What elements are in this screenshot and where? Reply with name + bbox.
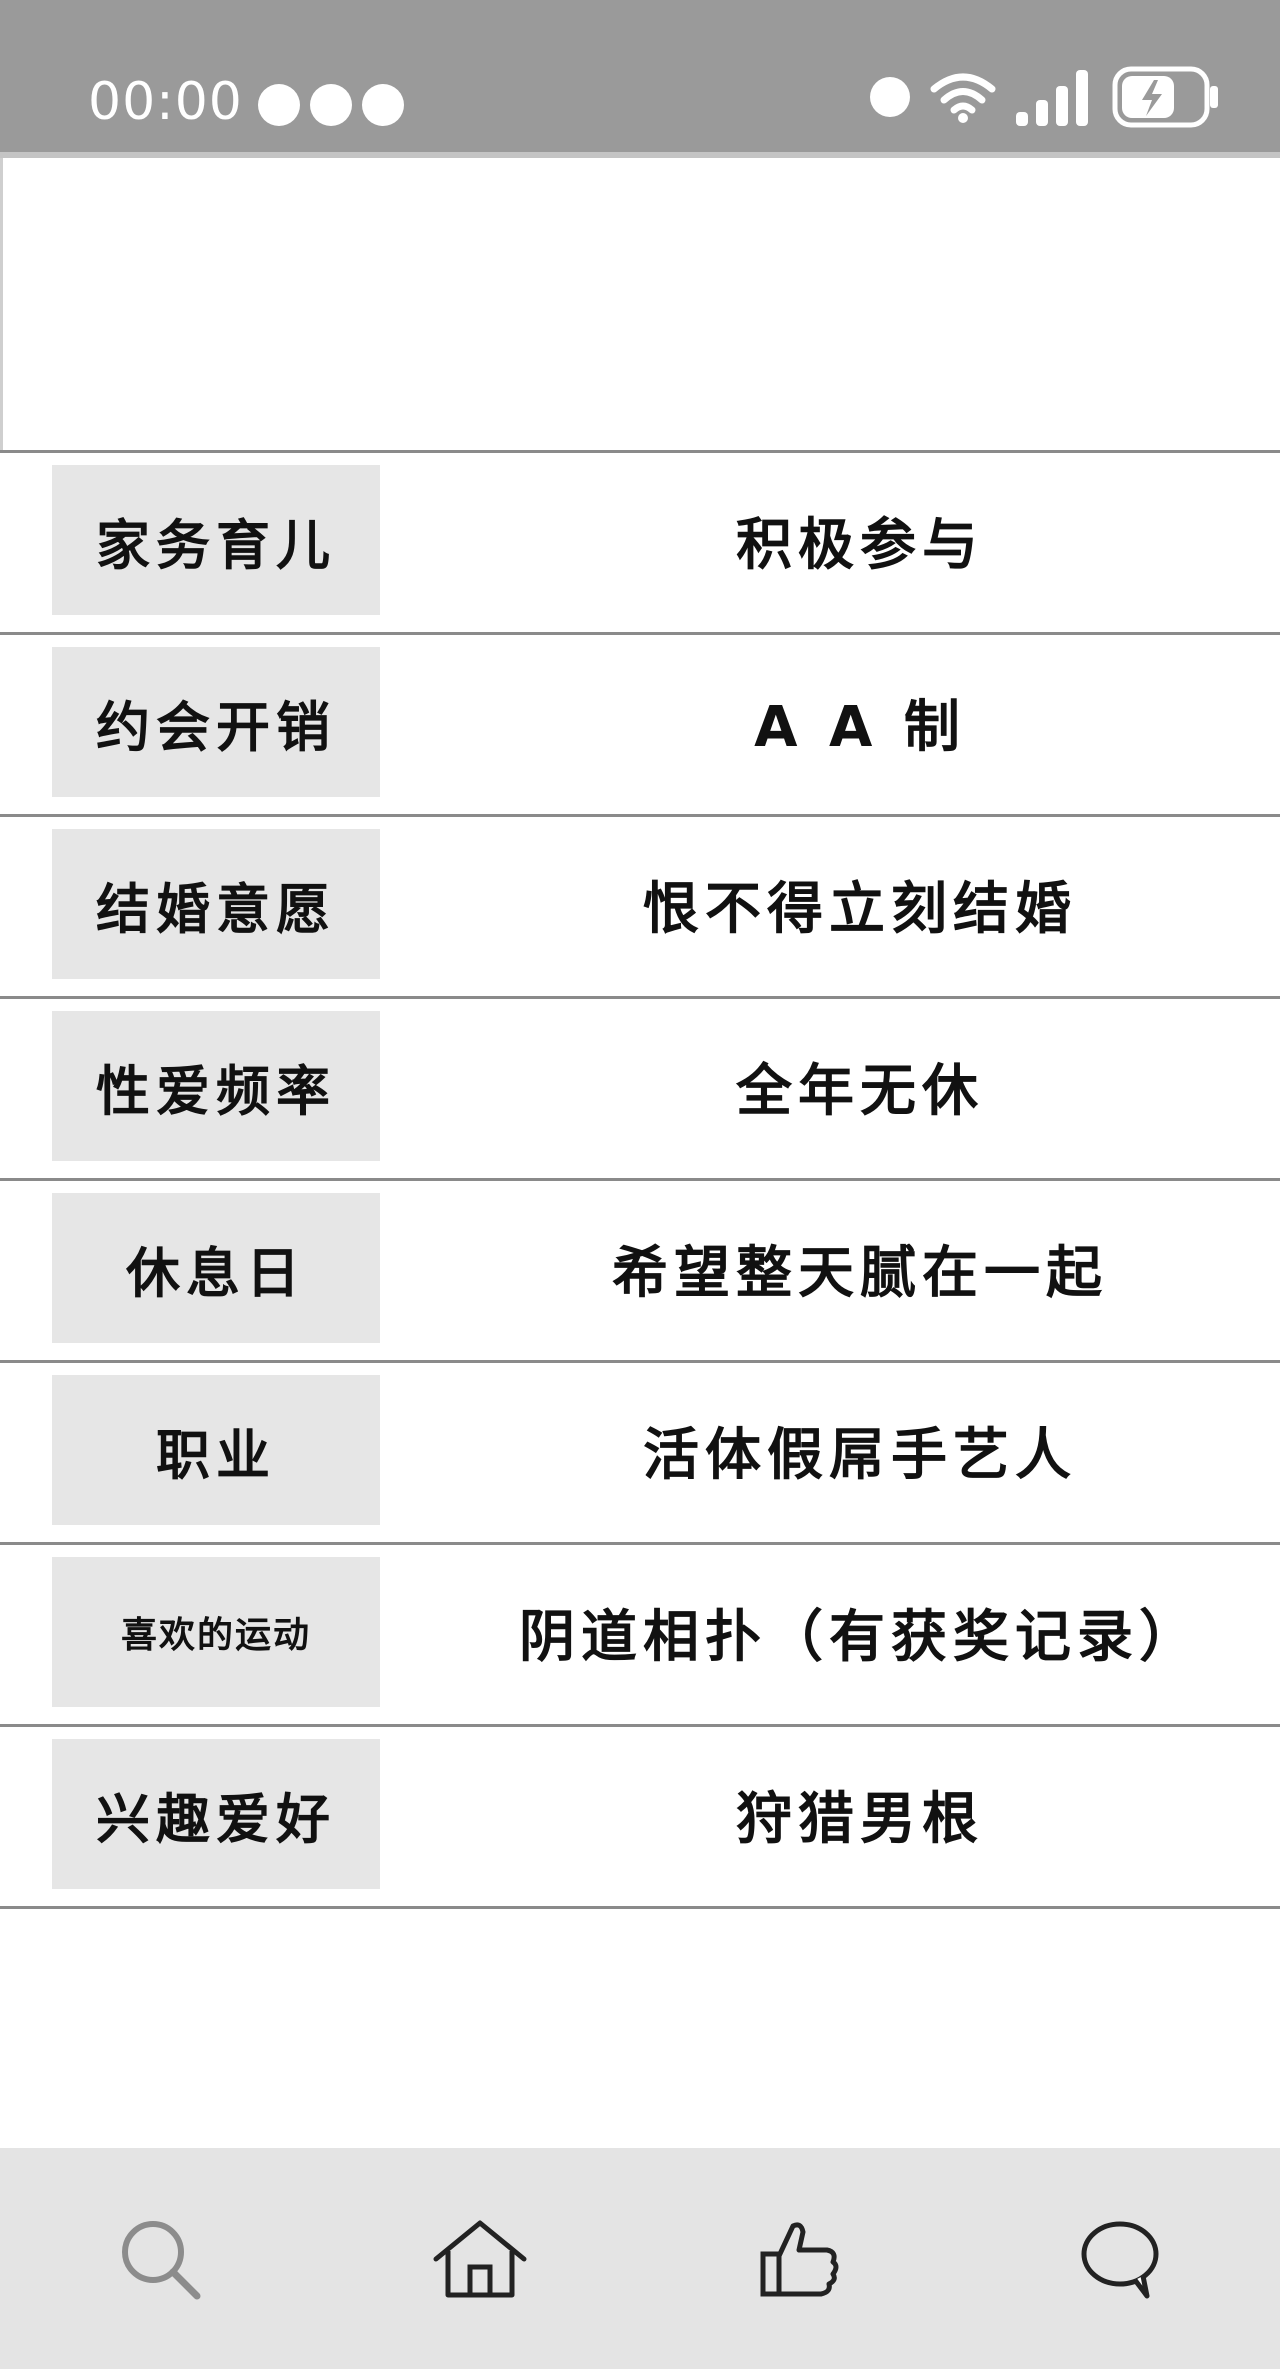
- row-value: 恨不得立刻结婚: [643, 876, 1077, 942]
- row-value: 狩猎男根: [736, 1786, 984, 1852]
- home-icon: [430, 2217, 530, 2301]
- table-row: 职业 活体假屌手艺人: [0, 1360, 1280, 1542]
- notification-dot-icon: [310, 84, 352, 126]
- table-row: 性爱频率 全年无休: [0, 996, 1280, 1178]
- row-value: A A 制: [754, 694, 966, 760]
- row-label: 喜欢的运动: [52, 1557, 380, 1707]
- row-label: 结婚意愿: [52, 829, 380, 979]
- record-dot-icon: [868, 75, 912, 119]
- notification-dot-icon: [362, 84, 404, 126]
- row-label: 兴趣爱好: [52, 1739, 380, 1889]
- status-bar: 00:00: [0, 0, 1280, 158]
- status-indicators: [868, 66, 1220, 128]
- notification-dots: [258, 84, 404, 126]
- wifi-icon: [930, 71, 996, 123]
- header-area: [0, 158, 1280, 450]
- row-value: 阴道相扑（有获奖记录）: [519, 1604, 1201, 1670]
- table-row: 兴趣爱好 狩猎男根: [0, 1724, 1280, 1909]
- notification-dot-icon: [258, 84, 300, 126]
- table-row: 家务育儿 积极参与: [0, 450, 1280, 632]
- table-row: 休息日 希望整天腻在一起: [0, 1178, 1280, 1360]
- row-value: 活体假屌手艺人: [643, 1422, 1077, 1488]
- table-row: 约会开销 A A 制: [0, 632, 1280, 814]
- bottom-tab-bar: [0, 2148, 1280, 2369]
- row-value: 希望整天腻在一起: [612, 1240, 1108, 1306]
- tab-messages[interactable]: [1060, 2199, 1180, 2319]
- tab-search[interactable]: [100, 2199, 220, 2319]
- thumbs-up-icon: [757, 2216, 843, 2302]
- tab-home[interactable]: [420, 2199, 540, 2319]
- row-label: 职业: [52, 1375, 380, 1525]
- table-row: 喜欢的运动 阴道相扑（有获奖记录）: [0, 1542, 1280, 1724]
- profile-table: 家务育儿 积极参与 约会开销 A A 制 结婚意愿 恨不得立刻结婚 性爱频率 全…: [0, 450, 1280, 1909]
- signal-icon: [1014, 68, 1094, 126]
- tab-like[interactable]: [740, 2199, 860, 2319]
- row-label: 休息日: [52, 1193, 380, 1343]
- status-time: 00:00: [88, 72, 243, 132]
- table-row: 结婚意愿 恨不得立刻结婚: [0, 814, 1280, 996]
- row-label: 约会开销: [52, 647, 380, 797]
- row-value: 积极参与: [736, 512, 984, 578]
- search-icon: [117, 2216, 203, 2302]
- chat-icon: [1077, 2216, 1163, 2302]
- battery-icon: [1112, 66, 1220, 128]
- row-value: 全年无休: [736, 1058, 984, 1124]
- row-label: 家务育儿: [52, 465, 380, 615]
- row-label: 性爱频率: [52, 1011, 380, 1161]
